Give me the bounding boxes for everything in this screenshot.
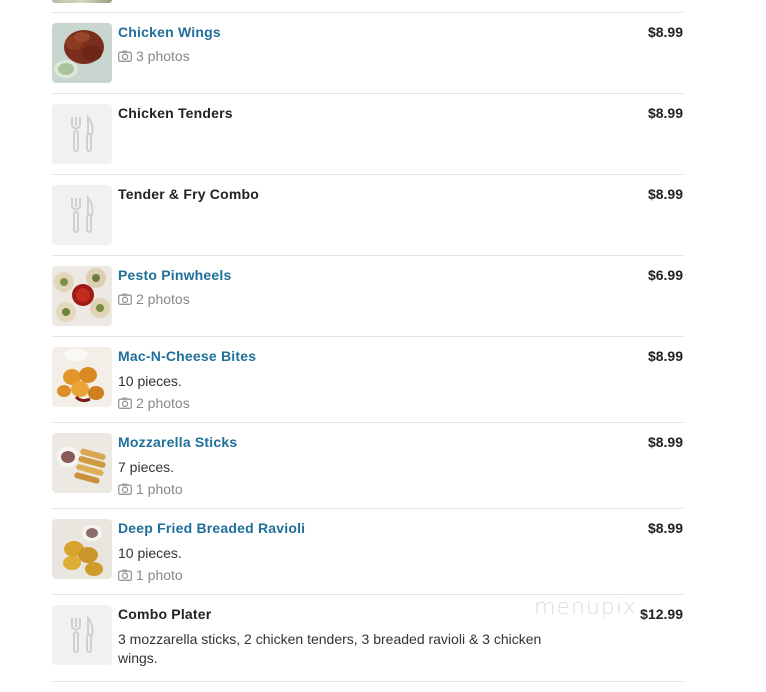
photo-count: 1 photo: [136, 567, 183, 583]
item-description: 3 mozzarella sticks, 2 chicken tenders, …: [118, 631, 542, 666]
camera-icon: [118, 569, 132, 581]
item-name[interactable]: Pesto Pinwheels: [118, 267, 231, 283]
menu-item: Pesto Pinwheels $6.99 2 photos: [52, 256, 683, 337]
photo-count: 1 photo: [136, 481, 183, 497]
photo-count-link[interactable]: 2 photos: [118, 291, 190, 307]
item-photo-thumbnail[interactable]: [52, 347, 112, 407]
item-price: $12.99: [640, 606, 683, 622]
item-description: 7 pieces.: [118, 459, 175, 475]
item-price: $8.99: [647, 434, 683, 450]
menu-item: Tender & Fry Combo $8.99: [52, 175, 683, 256]
item-description: 10 pieces.: [118, 373, 182, 389]
camera-icon: [118, 50, 132, 62]
photo-count: 2 photos: [136, 395, 190, 411]
item-photo-thumbnail[interactable]: [52, 433, 112, 493]
camera-icon: [118, 397, 132, 409]
photo-count-link[interactable]: 1 photo: [118, 567, 183, 583]
item-price: $8.99: [647, 105, 683, 121]
previous-item-thumbnail[interactable]: [52, 0, 112, 3]
menupix-watermark: menupix: [534, 595, 637, 620]
camera-icon: [118, 483, 132, 495]
item-price: $6.99: [647, 267, 683, 283]
fork-knife-icon: [52, 185, 112, 245]
menu-item: Chicken Wings $8.99 3 photos: [52, 13, 683, 94]
item-photo-thumbnail[interactable]: [52, 23, 112, 83]
item-name[interactable]: Mozzarella Sticks: [118, 434, 237, 450]
photo-count: 2 photos: [136, 291, 190, 307]
item-description: 10 pieces.: [118, 545, 182, 561]
item-price: $8.99: [647, 186, 683, 202]
item-price: $8.99: [647, 348, 683, 364]
photo-count-link[interactable]: 2 photos: [118, 395, 190, 411]
photo-count-link[interactable]: 3 photos: [118, 48, 190, 64]
item-photo-thumbnail[interactable]: [52, 519, 112, 579]
menu-item: Chicken Tenders $8.99: [52, 94, 683, 175]
menu-item: Deep Fried Breaded Ravioli $8.99 10 piec…: [52, 509, 683, 595]
item-price: $8.99: [647, 24, 683, 40]
item-name: Combo Plater: [118, 606, 212, 622]
fork-knife-icon: [52, 605, 112, 665]
menu-item: Mac-N-Cheese Bites $8.99 10 pieces. 2 ph…: [52, 337, 683, 423]
fork-knife-icon: [52, 104, 112, 164]
item-price: $8.99: [647, 520, 683, 536]
item-name: Tender & Fry Combo: [118, 186, 260, 202]
item-name[interactable]: Mac-N-Cheese Bites: [118, 348, 256, 364]
camera-icon: [118, 293, 132, 305]
item-name[interactable]: Deep Fried Breaded Ravioli: [118, 520, 305, 536]
menu-item: Mozzarella Sticks $8.99 7 pieces. 1 phot…: [52, 423, 683, 509]
item-photo-thumbnail[interactable]: [52, 266, 112, 326]
photo-count: 3 photos: [136, 48, 190, 64]
item-name[interactable]: Chicken Wings: [118, 24, 221, 40]
photo-count-link[interactable]: 1 photo: [118, 481, 183, 497]
item-name: Chicken Tenders: [118, 105, 233, 121]
